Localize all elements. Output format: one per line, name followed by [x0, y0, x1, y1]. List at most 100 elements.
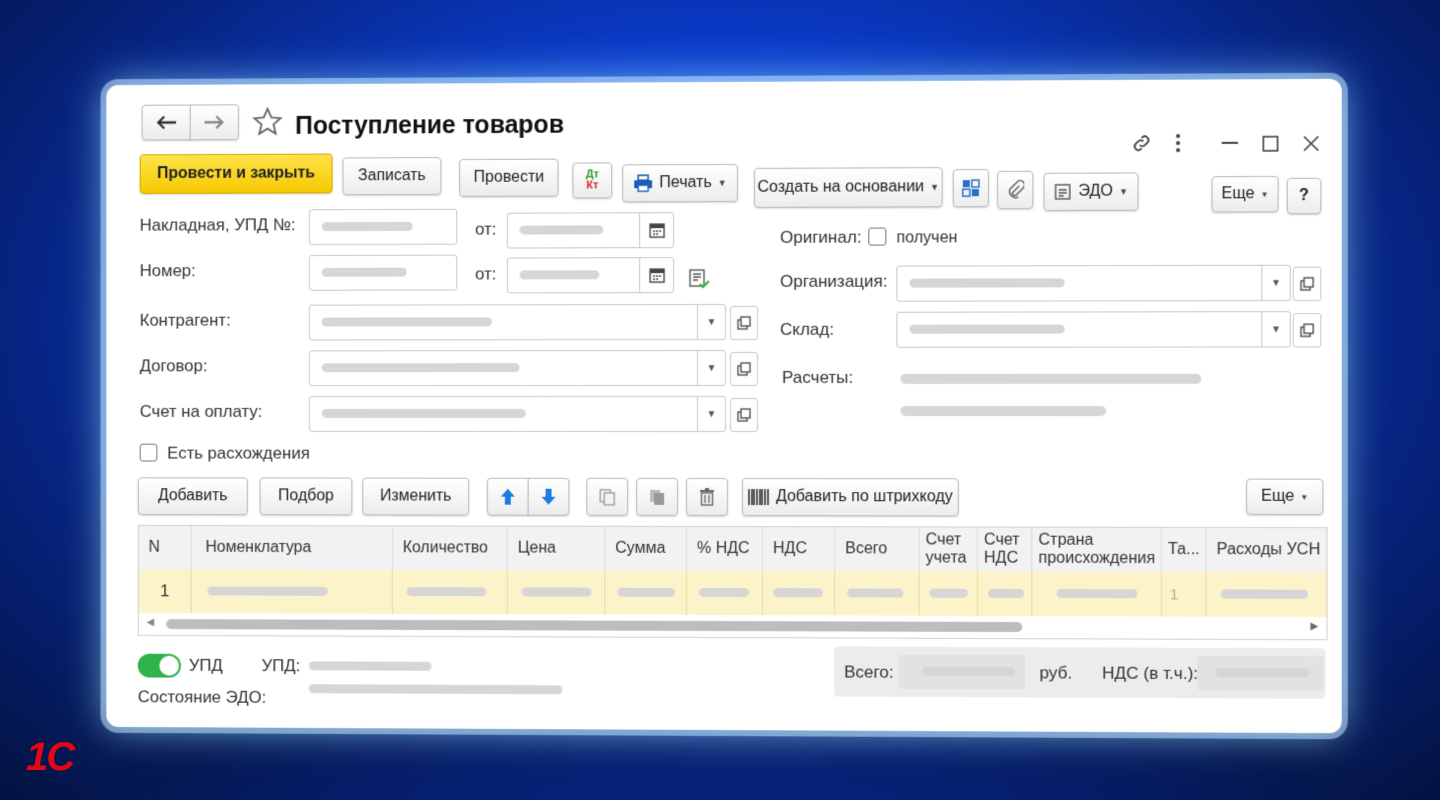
column-header[interactable]: Номенклатура [192, 526, 393, 570]
invoice-number-input[interactable] [309, 209, 457, 245]
document-edo-icon [1054, 183, 1072, 201]
warehouse-select[interactable]: ▼ [896, 311, 1290, 348]
column-header[interactable]: Расходы УСН [1206, 528, 1326, 573]
number-date-input[interactable] [507, 257, 674, 293]
column-header[interactable]: Количество [393, 526, 508, 570]
move-down-button[interactable] [528, 478, 570, 516]
settlements-link-secondary[interactable] [900, 406, 1106, 416]
structure-icon [961, 178, 981, 198]
column-header[interactable]: Счет учета [920, 527, 978, 571]
payment-invoice-select[interactable]: ▼ [309, 396, 726, 432]
number-input[interactable] [309, 255, 457, 291]
table-more-button[interactable]: Еще ▼ [1246, 479, 1323, 515]
post-and-close-button[interactable]: Провести и закрыть [140, 154, 333, 194]
trash-icon [699, 488, 715, 506]
add-row-button[interactable]: Добавить [138, 477, 248, 515]
chevron-down-icon[interactable]: ▼ [697, 397, 725, 431]
upd-toggle-label: УПД [189, 656, 223, 676]
open-icon [737, 362, 751, 376]
received-label: получен [896, 229, 957, 247]
upd-toggle[interactable] [138, 654, 181, 678]
pick-button[interactable]: Подбор [260, 477, 353, 515]
column-header[interactable]: Сумма [605, 527, 687, 571]
open-counterparty-button[interactable] [730, 306, 758, 340]
original-label: Оригинал: [780, 228, 862, 248]
chevron-down-icon[interactable]: ▼ [1261, 312, 1289, 346]
open-organization-button[interactable] [1293, 267, 1322, 301]
upd-value [309, 661, 432, 670]
copy-special-button[interactable] [636, 478, 678, 516]
more-vertical-icon[interactable] [1173, 132, 1183, 154]
save-button[interactable]: Записать [342, 157, 441, 195]
help-button[interactable]: ? [1287, 178, 1322, 214]
attach-button[interactable] [997, 171, 1033, 209]
total-value-field [898, 655, 1025, 690]
chevron-down-icon: ▼ [930, 182, 939, 192]
edo-button[interactable]: ЭДО ▼ [1043, 172, 1138, 211]
dt-kt-button[interactable]: Дт Кт [572, 162, 612, 198]
column-header[interactable]: Счет НДС [978, 527, 1032, 571]
calendar-button[interactable] [639, 213, 673, 247]
counterparty-select[interactable]: ▼ [309, 304, 726, 340]
column-header[interactable]: Страна происхождения [1032, 528, 1161, 573]
column-header[interactable]: % НДС [687, 527, 763, 571]
barcode-label: Добавить по штрихкоду [776, 488, 953, 506]
totals-panel: Всего: руб. НДС (в т.ч.): [834, 646, 1325, 698]
original-received-checkbox[interactable] [868, 228, 886, 246]
open-warehouse-button[interactable] [1293, 313, 1322, 347]
fill-document-icon[interactable] [688, 268, 710, 290]
column-header[interactable]: Та... [1162, 528, 1207, 572]
settlements-link[interactable] [900, 374, 1201, 384]
maximize-icon[interactable] [1262, 136, 1278, 152]
star-icon[interactable] [252, 106, 284, 138]
organization-select[interactable]: ▼ [896, 265, 1290, 302]
copy-icon [598, 488, 616, 506]
copy-row-button[interactable] [586, 478, 628, 516]
chevron-down-icon[interactable]: ▼ [1261, 266, 1289, 300]
column-header[interactable]: Цена [508, 527, 605, 571]
chevron-down-icon: ▼ [1119, 187, 1128, 197]
total-label: Всего: [844, 663, 894, 683]
back-button[interactable] [142, 105, 191, 141]
column-header[interactable]: НДС [763, 527, 835, 571]
discrepancy-checkbox[interactable] [140, 444, 158, 462]
contract-select[interactable]: ▼ [309, 350, 726, 386]
open-payment-invoice-button[interactable] [730, 398, 758, 432]
copy-grid-icon [648, 488, 666, 506]
change-button[interactable]: Изменить [362, 478, 469, 516]
arrow-down-icon [541, 488, 557, 506]
calendar-button[interactable] [639, 258, 673, 292]
minimize-icon[interactable] [1222, 142, 1238, 146]
column-header[interactable]: Всего [835, 527, 919, 571]
settlements-label: Расчеты: [782, 368, 853, 388]
edo-state-value[interactable] [309, 684, 563, 694]
more-actions-button[interactable]: Еще ▼ [1212, 176, 1279, 213]
close-icon[interactable] [1303, 135, 1319, 151]
warehouse-label: Склад: [780, 320, 834, 340]
scrollbar-thumb[interactable] [166, 619, 1022, 632]
forward-button[interactable] [190, 104, 239, 140]
brand-logo: 1С [26, 736, 73, 778]
print-button[interactable]: Печать ▼ [622, 164, 738, 202]
scroll-left-icon[interactable]: ◀ [147, 617, 155, 628]
add-by-barcode-button[interactable]: Добавить по штрихкоду [742, 478, 959, 516]
link-icon[interactable] [1130, 132, 1152, 154]
chevron-down-icon[interactable]: ▼ [697, 351, 725, 385]
post-button[interactable]: Провести [459, 159, 558, 197]
column-header[interactable]: N [139, 526, 192, 570]
scroll-right-icon[interactable]: ▶ [1310, 621, 1318, 632]
arrow-right-icon [204, 114, 226, 130]
create-based-label: Создать на основании [758, 178, 925, 197]
edo-label: ЭДО [1078, 183, 1113, 201]
move-up-button[interactable] [487, 478, 529, 516]
open-contract-button[interactable] [730, 352, 758, 386]
delete-row-button[interactable] [686, 478, 728, 516]
horizontal-scrollbar[interactable]: ◀ ▶ [139, 613, 1327, 639]
chevron-down-icon[interactable]: ▼ [697, 305, 725, 339]
invoice-date-input[interactable] [507, 212, 674, 248]
table-row[interactable]: 1 1 [139, 569, 1327, 617]
open-icon [737, 408, 751, 422]
structure-button[interactable] [953, 169, 989, 207]
more-label: Еще [1221, 185, 1254, 203]
create-based-on-button[interactable]: Создать на основании ▼ [754, 167, 943, 208]
